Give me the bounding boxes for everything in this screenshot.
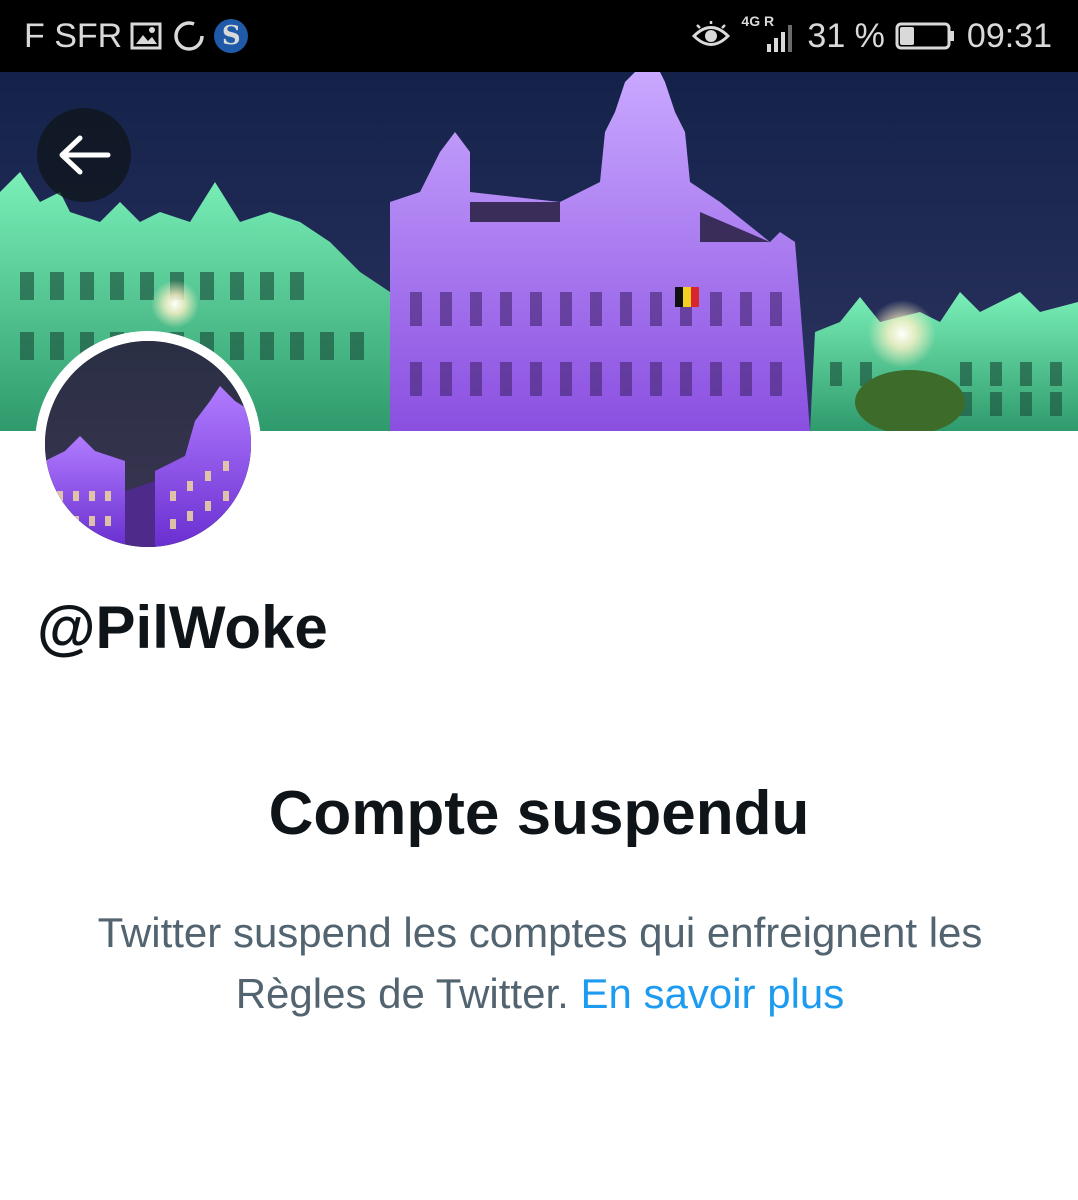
carrier-name: F SFR [24, 16, 123, 55]
status-bar: F SFR S 4G R 31 % 09:31 [0, 0, 1078, 72]
suspended-title: Compte suspendu [268, 779, 810, 848]
battery-icon [895, 21, 957, 51]
status-bar-left: F SFR S [24, 0, 249, 72]
arrow-left-icon [59, 135, 111, 175]
back-button[interactable] [37, 108, 131, 202]
network-type: 4G R [741, 13, 775, 29]
suspended-message: Twitter suspend les comptes qui enfreign… [97, 909, 983, 1017]
avatar-image [45, 341, 251, 547]
s-app-icon: S [214, 19, 249, 53]
image-notification-icon [130, 21, 164, 51]
profile-handle: @PilWoke [37, 594, 328, 661]
learn-more-link[interactable]: En savoir plus [580, 970, 844, 1017]
clock: 09:31 [966, 16, 1052, 55]
eye-comfort-icon [691, 21, 731, 51]
sync-icon [172, 19, 206, 53]
avatar[interactable] [35, 331, 261, 557]
status-bar-right: 4G R 31 % 09:31 [691, 0, 1052, 72]
battery-percent: 31 % [807, 16, 885, 55]
signal-icon: 4G R [741, 14, 797, 54]
suspended-message-block: Twitter suspend les comptes qui enfreign… [90, 902, 990, 1024]
